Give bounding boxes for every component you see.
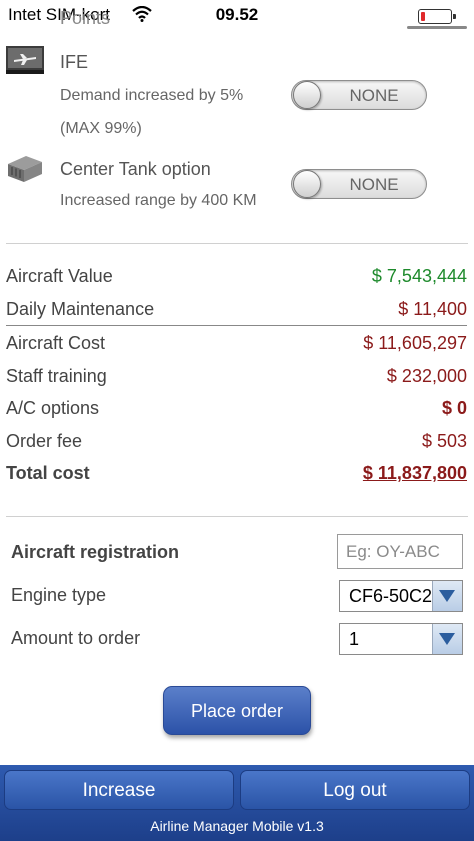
aircraft-cost-amount: $ 11,605,297 [363,333,467,353]
amount-select[interactable]: 1 [339,623,463,655]
ife-toggle[interactable]: NONE [291,80,427,110]
registration-label: Aircraft registration [11,542,180,562]
registration-input[interactable] [337,534,463,569]
app-version-text: Airline Manager Mobile v1.3 [150,818,324,834]
ac-options-amount: $ 0 [441,398,467,418]
daily-maintenance-row: Daily Maintenance $ 11,400 [6,299,467,325]
toggle-label: NONE [349,86,399,105]
chevron-down-icon [432,624,462,654]
battery-icon [418,9,456,24]
engine-type-value: CF6-50C2 [349,586,433,606]
ac-options-label: A/C options [6,398,100,418]
staff-training-row: Staff training $ 232,000 [6,366,467,392]
fuel-tank-icon [8,156,42,182]
center-tank-toggle[interactable]: NONE [291,169,427,199]
engine-type-label: Engine type [11,585,107,605]
option-name-ife: IFE [60,52,89,72]
staff-training-amount: $ 232,000 [386,366,467,386]
toggle-label: NONE [349,175,399,194]
aircraft-value-amount: $ 7,543,444 [371,266,467,286]
staff-training-label: Staff training [6,366,107,386]
logout-button[interactable]: Log out [240,770,470,810]
option-description-center-tank: Increased range by 400 KM [60,192,257,209]
amount-label: Amount to order [11,628,141,648]
option-name-center-tank: Center Tank option [60,159,211,179]
toggle-knob [293,81,321,109]
aircraft-value-label: Aircraft Value [6,266,113,286]
chevron-down-icon [432,581,462,611]
aircraft-value-row: Aircraft Value $ 7,543,444 [6,266,467,292]
cost-rule [6,325,467,326]
total-cost-amount: $ 11,837,800 [362,463,467,483]
order-fee-amount: $ 503 [421,431,467,451]
option-description-ife: Demand increased by 5% [60,87,244,104]
order-fee-label: Order fee [6,431,83,451]
section-divider [6,243,468,244]
toggle-knob [293,170,321,198]
daily-maintenance-amount: $ 11,400 [398,299,467,319]
aircraft-cost-row: Aircraft Cost $ 11,605,297 [6,333,467,359]
option-note-ife: (MAX 99%) [60,120,142,137]
ac-options-row: A/C options $ 0 [6,398,467,424]
partial-header-text: Points [60,8,111,28]
total-cost-row: Total cost $ 11,837,800 [6,463,467,489]
order-fee-row: Order fee $ 503 [6,431,467,457]
plane-screen-icon [6,46,44,74]
daily-maintenance-label: Daily Maintenance [6,299,155,319]
scroll-indicator [407,26,467,29]
place-order-button[interactable]: Place order [163,686,311,735]
total-cost-label: Total cost [6,463,90,483]
footer-bar: Increase Log out Airline Manager Mobile … [0,765,474,841]
aircraft-cost-label: Aircraft Cost [6,333,106,353]
section-divider [6,516,468,517]
engine-type-select[interactable]: CF6-50C2 [339,580,463,612]
amount-value: 1 [349,629,360,649]
increase-button[interactable]: Increase [4,770,234,810]
